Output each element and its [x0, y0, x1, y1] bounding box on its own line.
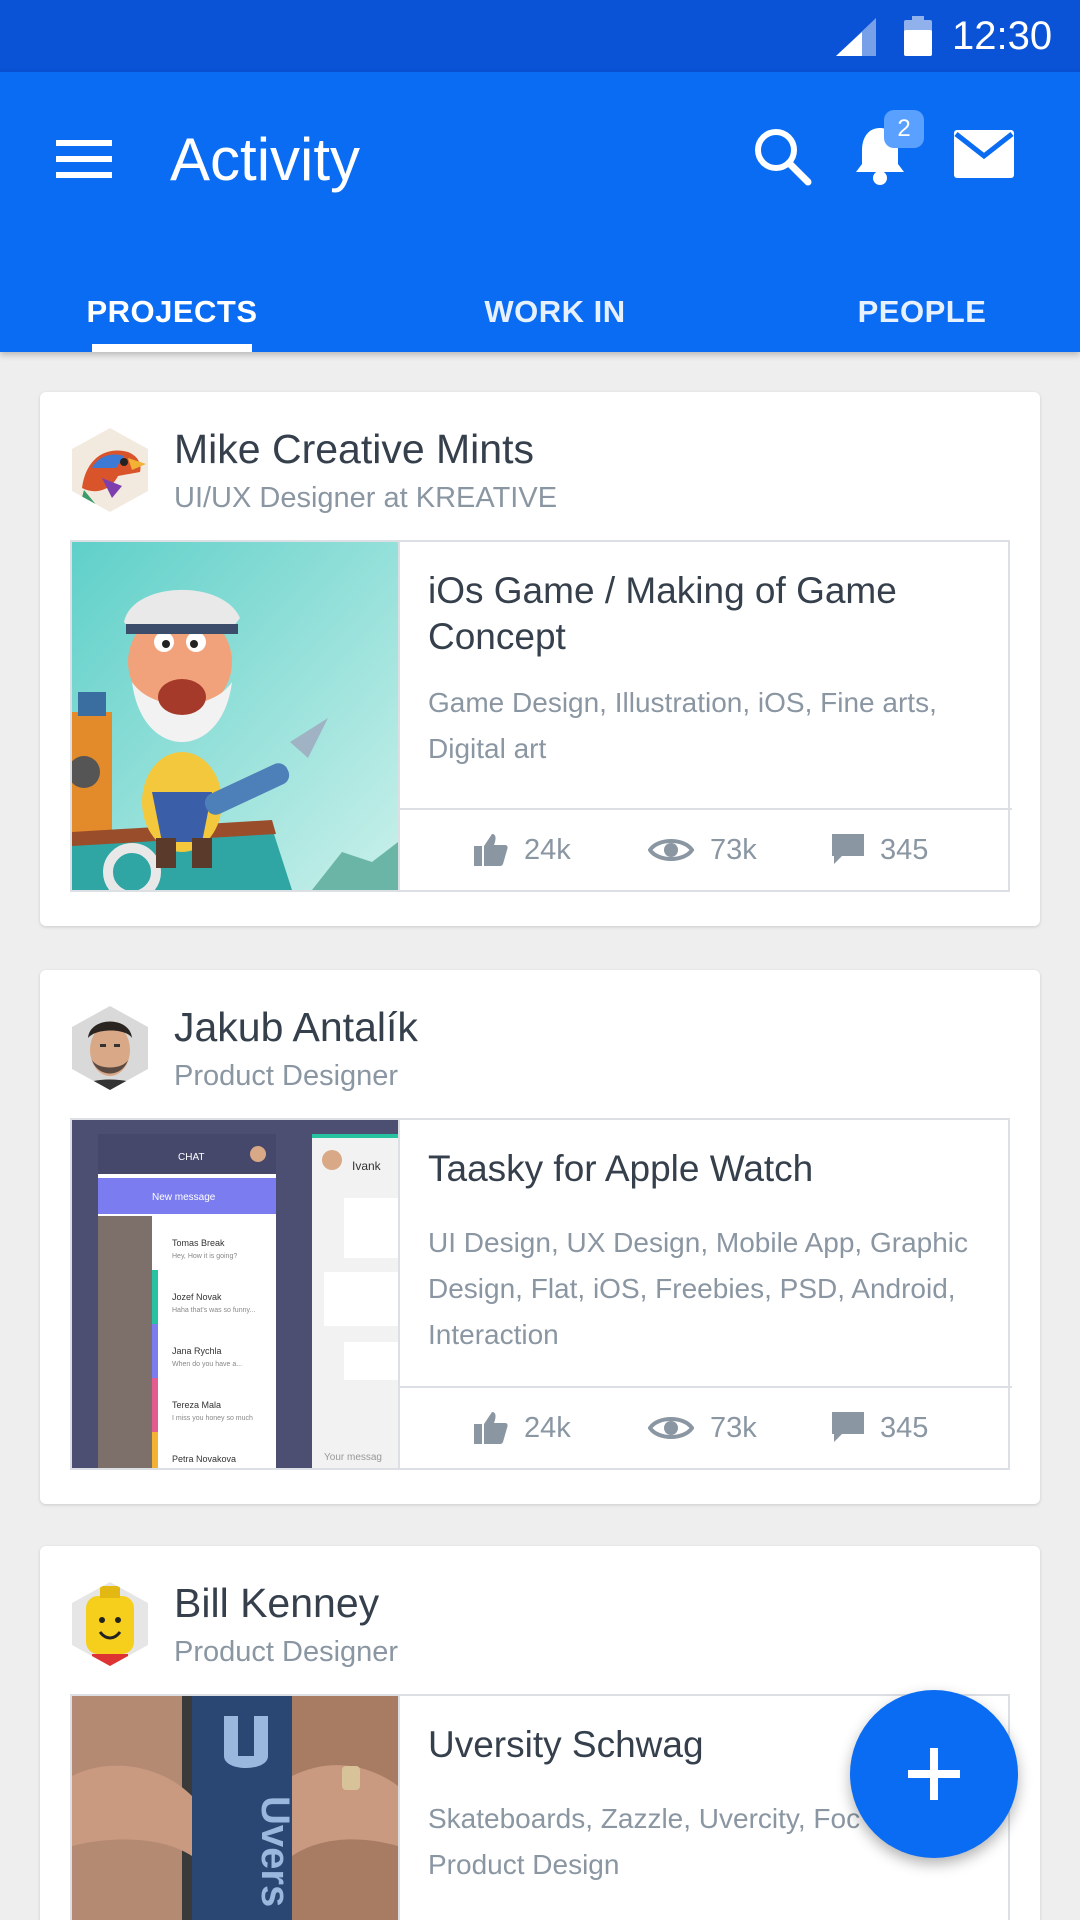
thumb-new-message: New message: [152, 1192, 216, 1203]
search-icon[interactable]: [752, 126, 812, 186]
project-tags: Game Design, Illustration, iOS, Fine art…: [428, 687, 937, 764]
tab-projects[interactable]: PROJECTS: [62, 262, 282, 352]
views-count: 73k: [710, 1411, 757, 1444]
comments-count: 345: [880, 833, 929, 866]
project-tags: UI Design, UX Design, Mobile App, Graphi…: [428, 1227, 969, 1350]
project-title[interactable]: Taasky for Apple Watch: [428, 1146, 988, 1192]
tab-people[interactable]: PEOPLE: [844, 262, 1000, 352]
likes-count: 24k: [524, 833, 571, 866]
comment-icon: [832, 834, 864, 864]
comment-icon: [832, 1412, 864, 1442]
feed-card[interactable]: Mike Creative Mints UI/UX Designer at KR…: [40, 392, 1040, 926]
add-fab-button[interactable]: [850, 1690, 1018, 1858]
status-bar: 12:30: [0, 0, 1080, 72]
thumb-contact-1: Tomas Break: [172, 1238, 225, 1248]
thumb-contact-2: Jozef Novak: [172, 1292, 222, 1302]
likes-stat[interactable]: 24k: [474, 810, 571, 890]
project-stats: 24k 73k 345: [400, 1386, 1012, 1468]
avatar[interactable]: [72, 428, 148, 512]
comments-stat[interactable]: 345: [832, 810, 928, 890]
views-stat: 73k: [648, 1388, 757, 1468]
tab-work-in-progress[interactable]: WORK IN PROGRESS: [390, 262, 720, 429]
comments-stat[interactable]: 345: [832, 1388, 928, 1468]
thumb-input-placeholder: Your messag: [324, 1452, 382, 1463]
active-tab-indicator: [92, 344, 252, 352]
thumb-skateboard-text: Uvers: [253, 1796, 297, 1907]
project-card[interactable]: CHAT New message Tomas Break Hey, How it…: [70, 1118, 1012, 1470]
project-stats: 24k 73k 345: [400, 808, 1012, 890]
likes-stat[interactable]: 24k: [474, 1388, 571, 1468]
views-stat: 73k: [648, 810, 757, 890]
app-bar: Activity 2 PROJECTS WORK IN PROGRESS PEO…: [0, 72, 1080, 429]
thumb-contact-4: Tereza Mala: [172, 1400, 221, 1410]
eye-icon: [648, 1417, 694, 1439]
author-role: UI/UX Designer at KREATIVE: [174, 482, 558, 514]
project-info: Taasky for Apple Watch UI Design, UX Des…: [398, 1120, 1012, 1468]
project-card[interactable]: iOs Game / Making of Game Concept Game D…: [70, 540, 1012, 892]
plus-icon: [908, 1748, 960, 1800]
thumbs-up-icon: [474, 834, 508, 866]
menu-icon[interactable]: [56, 138, 112, 180]
thumbs-up-icon: [474, 1412, 508, 1444]
thumb-contact-5: Petra Novakova: [172, 1454, 236, 1464]
status-time: 12:30: [952, 14, 1053, 58]
project-thumbnail[interactable]: [72, 542, 398, 890]
mail-icon[interactable]: [954, 130, 1014, 178]
project-thumbnail[interactable]: CHAT New message Tomas Break Hey, How it…: [72, 1120, 398, 1468]
tab-bar: PROJECTS WORK IN PROGRESS PEOPLE: [0, 262, 1080, 429]
views-count: 73k: [710, 833, 757, 866]
comments-count: 345: [880, 1411, 929, 1444]
eye-icon: [648, 839, 694, 861]
project-info: iOs Game / Making of Game Concept Game D…: [398, 542, 1012, 890]
author-role: Product Designer: [174, 1060, 399, 1092]
author-role: Product Designer: [174, 1636, 399, 1668]
thumb-contact-3: Jana Rychla: [172, 1346, 222, 1356]
feed-card[interactable]: Jakub Antalík Product Designer CHAT New …: [40, 970, 1040, 1504]
project-thumbnail[interactable]: Uvers: [72, 1696, 398, 1920]
project-title[interactable]: iOs Game / Making of Game Concept: [428, 568, 988, 660]
author-name[interactable]: Bill Kenney: [174, 1576, 379, 1630]
notification-badge: 2: [884, 110, 924, 148]
thumb-contact-4-msg: I miss you honey so much: [172, 1415, 253, 1422]
thumb-contact-2-msg: Haha that's was so funny...: [172, 1307, 255, 1314]
likes-count: 24k: [524, 1411, 571, 1444]
thumb-contact-3-msg: When do you have a...: [172, 1361, 242, 1368]
thumb-contact-1-msg: Hey, How it is going?: [172, 1253, 237, 1260]
page-title: Activity: [170, 126, 361, 193]
signal-icon: [836, 18, 876, 56]
avatar[interactable]: [72, 1006, 148, 1090]
author-name[interactable]: Jakub Antalík: [174, 1000, 418, 1054]
thumb-chat-name: Ivank: [352, 1159, 382, 1173]
avatar[interactable]: [72, 1582, 148, 1666]
thumb-chat-header: CHAT: [178, 1152, 204, 1163]
battery-icon: [904, 16, 932, 56]
